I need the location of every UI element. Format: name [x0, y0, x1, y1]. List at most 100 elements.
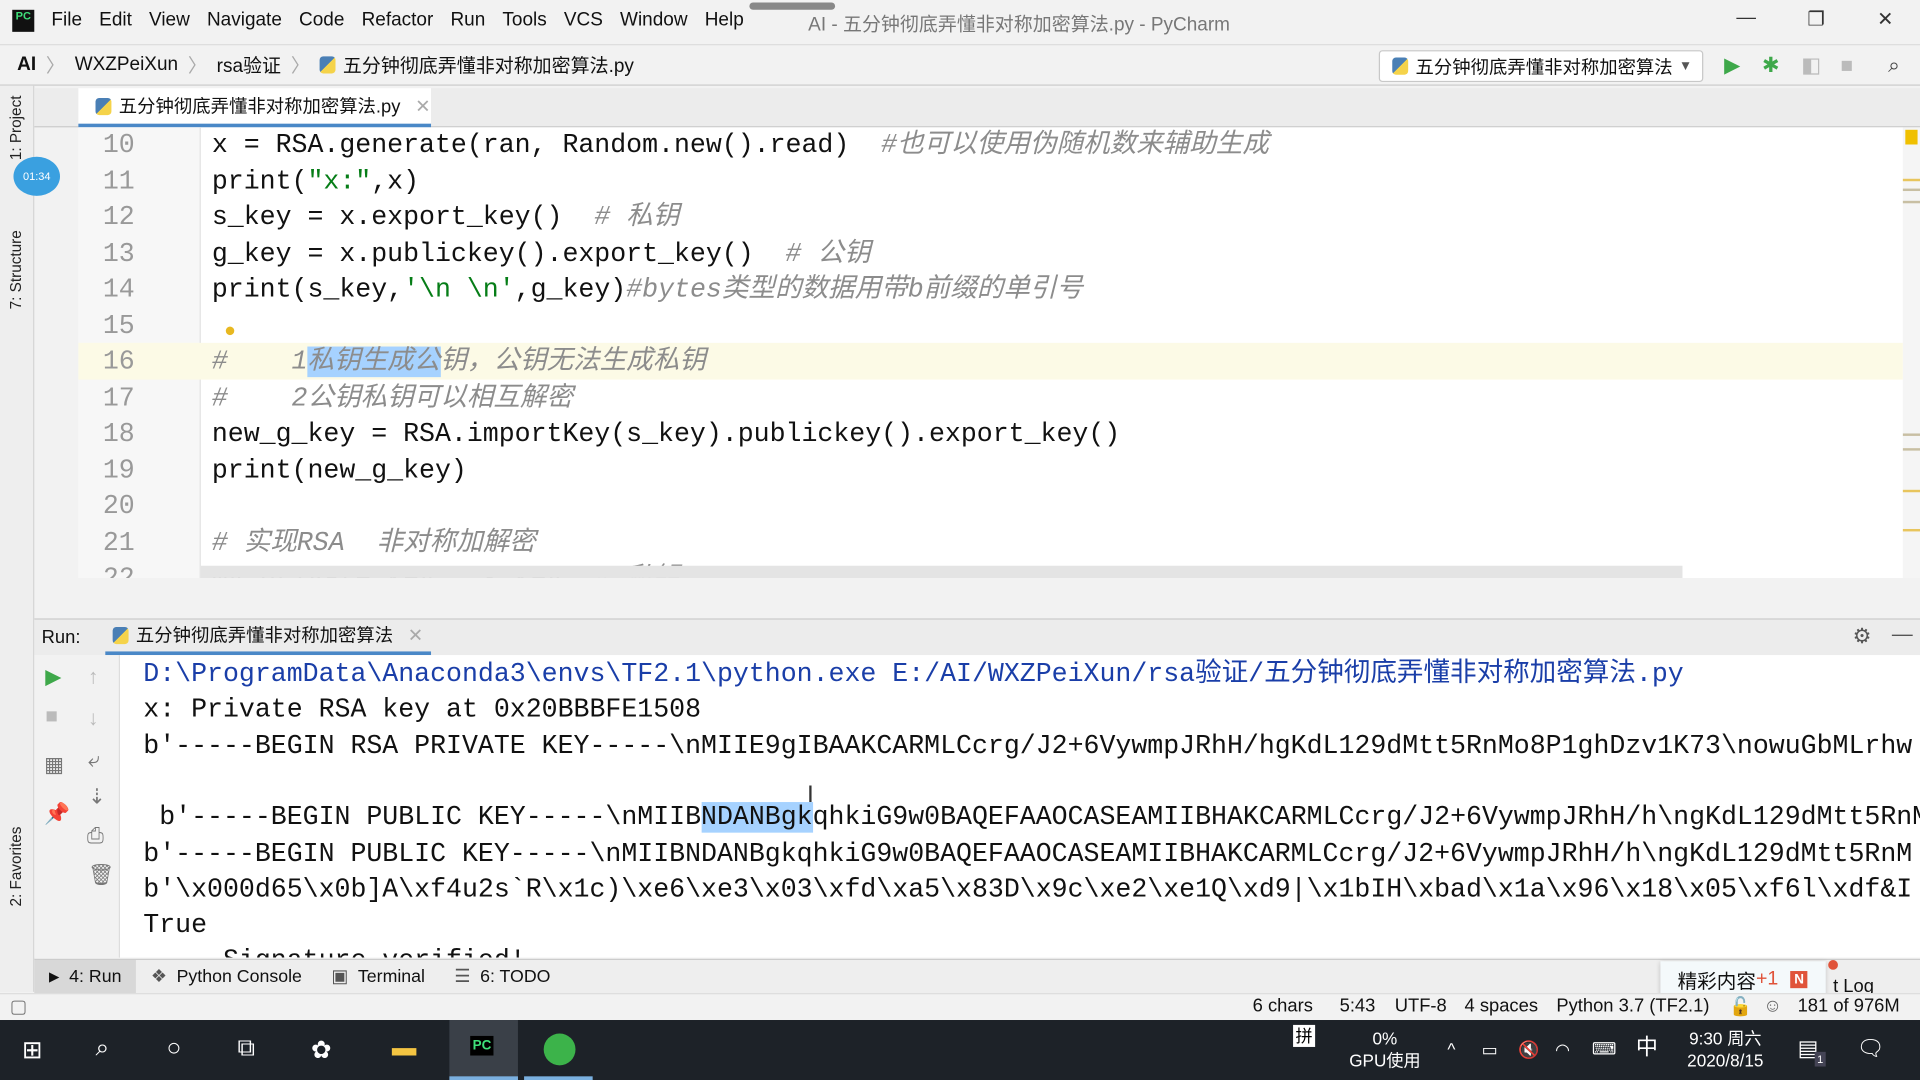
- ime-indicator[interactable]: 拼: [1293, 1024, 1316, 1047]
- coverage-icon[interactable]: ◧: [1801, 54, 1821, 78]
- status-bar: ▢ 6 chars 5:43 UTF-8 4 spaces Python 3.7…: [0, 993, 1920, 1021]
- line-number: 17: [102, 382, 135, 414]
- menu-help[interactable]: Help: [705, 10, 744, 32]
- app-icon[interactable]: ✿: [311, 1035, 332, 1066]
- run-tab[interactable]: 五分钟彻底弄懂非对称加密算法 ✕: [105, 618, 431, 656]
- cortana-icon[interactable]: ○: [167, 1035, 182, 1063]
- notes-count-badge: 1: [1814, 1051, 1826, 1067]
- up-arrow-icon[interactable]: ↑: [88, 665, 98, 689]
- stop-icon[interactable]: ■: [45, 704, 58, 728]
- code-comment: # 私钥: [594, 202, 680, 233]
- app-n-icon: N: [1790, 971, 1808, 989]
- console-text: NDANBgk: [701, 802, 813, 833]
- close-run-tab-icon[interactable]: ✕: [408, 624, 423, 646]
- tab-terminal[interactable]: ▣ Terminal: [317, 959, 440, 993]
- tab-label: Terminal: [357, 966, 425, 987]
- run-toolbar: ▶ ■ ▦ 📌 ↑ ↓ ⤶ ⇣ ⎙ 🗑: [34, 655, 121, 958]
- editor-tab[interactable]: 五分钟彻底弄懂非对称加密算法.py ✕: [78, 88, 432, 128]
- restore-button[interactable]: ❐: [1807, 7, 1825, 31]
- stop-icon[interactable]: ■: [1840, 54, 1853, 78]
- input-language[interactable]: 中: [1636, 1036, 1658, 1058]
- menu-code[interactable]: Code: [299, 10, 344, 32]
- battery-icon[interactable]: ▭: [1482, 1038, 1498, 1060]
- close-tab-icon[interactable]: ✕: [415, 95, 430, 117]
- debug-icon[interactable]: ✱: [1762, 54, 1779, 78]
- console-line: b'-----BEGIN PUBLIC KEY-----\nMIIBNDANBg…: [143, 800, 1920, 836]
- code-comment: 钥，公钥无法生成私钥: [440, 346, 706, 378]
- settings-gear-icon[interactable]: ⚙: [1853, 624, 1872, 648]
- python-interpreter[interactable]: Python 3.7 (TF2.1): [1556, 996, 1709, 1017]
- horizontal-scrollbar[interactable]: [200, 565, 1683, 578]
- clock[interactable]: 9:30 周六 2020/8/15: [1673, 1027, 1778, 1071]
- menu-vcs[interactable]: VCS: [564, 10, 603, 32]
- inspector-icon[interactable]: ☺: [1763, 996, 1782, 1017]
- run-icon[interactable]: ▶: [1724, 54, 1740, 78]
- code-line: g_key = x.publickey().export_key() # 公钥: [212, 236, 871, 272]
- menu-view[interactable]: View: [149, 10, 190, 32]
- text-cursor-icon: I: [806, 781, 814, 809]
- layout-icon[interactable]: ▦: [44, 753, 64, 777]
- lightbulb-icon[interactable]: ●: [224, 321, 236, 343]
- console-command: D:\ProgramData\Anaconda3\envs\TF2.1\pyth…: [143, 658, 1684, 690]
- line-number: 12: [102, 202, 135, 233]
- lock-icon[interactable]: 🔓: [1729, 996, 1752, 1018]
- scroll-to-end-icon[interactable]: ⇣: [88, 785, 105, 809]
- tab-todo[interactable]: ☰ 6: TODO: [440, 959, 565, 993]
- keyboard-icon[interactable]: ⌨: [1592, 1037, 1617, 1059]
- pycharm-taskbar-button[interactable]: PC: [449, 1020, 518, 1080]
- menu-edit[interactable]: Edit: [99, 10, 132, 32]
- breadcrumb-folder[interactable]: WXZPeiXun: [75, 54, 178, 76]
- gpu-usage: 0% GPU使用: [1345, 1027, 1426, 1071]
- python-file-icon: [319, 56, 336, 74]
- file-encoding[interactable]: UTF-8: [1395, 996, 1447, 1017]
- code-line: new_g_key = RSA.importKey(s_key).publick…: [212, 416, 1120, 452]
- chevron-up-icon[interactable]: ^: [1447, 1038, 1455, 1060]
- menu-run[interactable]: Run: [450, 10, 485, 32]
- code-line: # 2公钥私钥可以相互解密: [212, 380, 573, 416]
- tab-run[interactable]: ▶ 4: Run: [34, 959, 137, 994]
- memory-indicator[interactable]: 181 of 976M: [1798, 996, 1900, 1017]
- code-text: ,x): [371, 165, 420, 197]
- gpu-percent: 0%: [1372, 1028, 1398, 1049]
- menu-navigate[interactable]: Navigate: [207, 10, 282, 32]
- volume-muted-icon[interactable]: 🔇: [1518, 1038, 1539, 1060]
- run-configuration-select[interactable]: 五分钟彻底弄懂非对称加密算法 ▼: [1378, 50, 1704, 83]
- soft-wrap-icon[interactable]: ⤶: [88, 748, 100, 772]
- code-line: print(new_g_key): [212, 452, 467, 488]
- menu-refactor[interactable]: Refactor: [362, 10, 434, 32]
- breadcrumb-project[interactable]: AI: [17, 54, 36, 76]
- search-icon[interactable]: ⌕: [96, 1035, 110, 1063]
- menu-file[interactable]: File: [51, 10, 82, 32]
- wifi-icon[interactable]: ◠: [1555, 1038, 1570, 1060]
- tab-label: 6: TODO: [480, 966, 551, 987]
- breadcrumb-file[interactable]: 五分钟彻底弄懂非对称加密算法.py: [343, 51, 634, 78]
- tab-python-console[interactable]: ❖ Python Console: [136, 959, 316, 993]
- file-explorer-icon[interactable]: ▬: [392, 1035, 416, 1063]
- search-icon[interactable]: ⌕: [1888, 54, 1900, 78]
- error-stripe[interactable]: [1902, 127, 1920, 578]
- favorites-tool-button[interactable]: 2: Favorites: [7, 827, 24, 907]
- breadcrumb-folder[interactable]: rsa验证: [217, 51, 281, 78]
- hide-panel-icon[interactable]: —: [1892, 622, 1913, 646]
- browser-taskbar-button[interactable]: [524, 1020, 593, 1080]
- pin-icon[interactable]: 📌: [44, 802, 70, 826]
- menu-tools[interactable]: Tools: [502, 10, 546, 32]
- console-output[interactable]: D:\ProgramData\Anaconda3\envs\TF2.1\pyth…: [120, 655, 1920, 958]
- windows-start-icon[interactable]: ⊞: [22, 1035, 43, 1066]
- indent-setting[interactable]: 4 spaces: [1465, 996, 1539, 1017]
- down-arrow-icon[interactable]: ↓: [88, 707, 98, 731]
- caret-position[interactable]: 5:43: [1340, 996, 1376, 1017]
- menu-window[interactable]: Window: [620, 10, 688, 32]
- rerun-icon[interactable]: ▶: [45, 665, 61, 689]
- close-window-button[interactable]: ✕: [1877, 7, 1893, 31]
- action-center-icon[interactable]: 🗨: [1856, 1037, 1884, 1059]
- trash-icon[interactable]: 🗑: [88, 863, 114, 887]
- minimize-button[interactable]: —: [1736, 7, 1756, 29]
- screen-recorder-handle[interactable]: [749, 2, 836, 10]
- warning-indicator[interactable]: [1905, 129, 1918, 145]
- task-view-icon[interactable]: ⧉: [238, 1035, 255, 1063]
- code-comment: #也可以使用伪随机数来辅助生成: [881, 129, 1269, 161]
- panel-toggle-icon[interactable]: ▢: [10, 996, 27, 1018]
- print-icon[interactable]: ⎙: [87, 824, 104, 848]
- line-number: 15: [102, 310, 135, 342]
